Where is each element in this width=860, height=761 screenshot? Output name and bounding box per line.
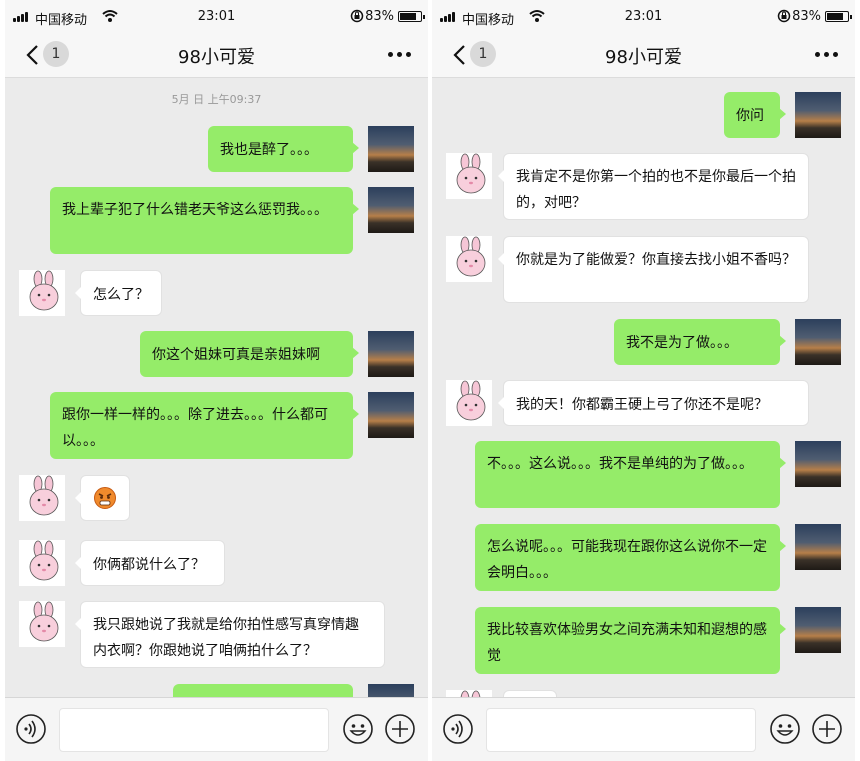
chat-title: 98小可爱: [605, 47, 682, 68]
message-bubble[interactable]: 我上辈子犯了什么错老天爷这么惩罚我。。。: [50, 187, 359, 254]
emoji-icon[interactable]: [769, 713, 801, 745]
chat-screen-right: 中国移动 23:01 83% 1 98小可爱 你问 我肯定不是你第一个拍的也不是…: [432, 0, 855, 761]
message-input[interactable]: [486, 708, 756, 752]
avatar-me[interactable]: [795, 319, 841, 365]
plus-icon[interactable]: [384, 713, 416, 745]
message-bubble[interactable]: 怎么说呢。。。可能我现在跟你这么说你不一定会明白。。。: [475, 524, 786, 591]
message-bubble[interactable]: 我不是为了做。。。: [614, 319, 786, 365]
message-outgoing: 你这个姐妹可真是亲姐妹啊: [5, 331, 428, 377]
message-outgoing: 我上辈子犯了什么错老天爷这么惩罚我。。。: [5, 187, 428, 254]
message-bubble[interactable]: 怎么了？: [75, 270, 162, 316]
message-outgoing: 我比较喜欢体验男女之间充满未知和遐想的感觉: [432, 607, 855, 674]
input-bar: [5, 697, 428, 761]
message-outgoing: 我也是醉了。。。: [5, 126, 428, 172]
battery-percent: 83%: [792, 9, 821, 24]
bunny-avatar-icon: [456, 236, 486, 277]
message-outgoing: 怎么说呢。。。可能我现在跟你这么说你不一定会明白。。。: [432, 524, 855, 591]
message-bubble[interactable]: 不。。。这么说。。。我不是单纯的为了做。。。: [475, 441, 786, 508]
avatar-me[interactable]: [368, 126, 414, 172]
bunny-avatar-icon: [29, 601, 59, 642]
message-bubble[interactable]: 我也是醉了。。。: [208, 126, 359, 172]
voice-icon[interactable]: [15, 713, 47, 745]
status-bar: 中国移动 23:01 83%: [432, 0, 855, 32]
message-incoming: [5, 475, 428, 521]
avatar-me[interactable]: [368, 392, 414, 438]
message-incoming: 我肯定不是你第一个拍的也不是你最后一个拍的，对吧？: [432, 153, 855, 220]
battery-icon: [398, 11, 425, 22]
avatar-bunny[interactable]: [19, 540, 65, 586]
message-outgoing: 跟你一样一样的。。。除了进去。。。什么都可以。。。: [5, 392, 428, 459]
rotation-lock-icon: [777, 9, 791, 23]
message-bubble[interactable]: 我的天！你都霸王硬上弓了你还不是呢？: [498, 380, 809, 426]
plus-icon[interactable]: [811, 713, 843, 745]
chat-screen-left: 中国移动 23:01 83% 1 98小可爱 5月 日 上午09:37 我也是醉…: [5, 0, 428, 761]
message-bubble[interactable]: 我肯定不是你第一个拍的也不是你最后一个拍的，对吧？: [498, 153, 809, 220]
rotation-lock-icon: [350, 9, 364, 23]
avatar-bunny[interactable]: [19, 475, 65, 521]
input-bar: [432, 697, 855, 761]
battery-percent: 83%: [365, 9, 394, 24]
bunny-avatar-icon: [456, 380, 486, 421]
bunny-avatar-icon: [29, 475, 59, 516]
avatar-me[interactable]: [795, 441, 841, 487]
avatar-me[interactable]: [795, 607, 841, 653]
message-incoming: 你俩都说什么了？: [5, 540, 428, 586]
message-bubble[interactable]: 你这个姐妹可真是亲姐妹啊: [140, 331, 359, 377]
message-bubble[interactable]: 跟你一样一样的。。。除了进去。。。什么都可以。。。: [50, 392, 359, 459]
message-bubble[interactable]: 你就是为了能做爱？你直接去找小姐不香吗？: [498, 236, 809, 303]
avatar-me[interactable]: [368, 331, 414, 377]
emoji-icon[interactable]: [342, 713, 374, 745]
avatar-bunny[interactable]: [446, 236, 492, 282]
message-incoming: 我的天！你都霸王硬上弓了你还不是呢？: [432, 380, 855, 426]
message-outgoing: 不。。。这么说。。。我不是单纯的为了做。。。: [432, 441, 855, 508]
avatar-bunny[interactable]: [446, 380, 492, 426]
avatar-me[interactable]: [795, 92, 841, 138]
message-timestamp: 5月 日 上午09:37: [171, 93, 262, 106]
message-bubble[interactable]: 我比较喜欢体验男女之间充满未知和遐想的感觉: [475, 607, 786, 674]
battery-icon: [825, 11, 852, 22]
avatar-bunny[interactable]: [19, 270, 65, 316]
status-bar: 中国移动 23:01 83%: [5, 0, 428, 32]
message-input[interactable]: [59, 708, 329, 752]
voice-icon[interactable]: [442, 713, 474, 745]
avatar-bunny[interactable]: [19, 601, 65, 647]
message-incoming: 你就是为了能做爱？你直接去找小姐不香吗？: [432, 236, 855, 303]
bunny-avatar-icon: [29, 540, 59, 581]
nav-bar: 1 98小可爱: [432, 32, 855, 78]
message-bubble[interactable]: 你俩都说什么了？: [75, 540, 225, 586]
avatar-me[interactable]: [368, 187, 414, 233]
bunny-avatar-icon: [29, 270, 59, 311]
message-bubble[interactable]: 我只跟她说了我就是给你拍性感写真穿情趣内衣啊？你跟她说了咱俩拍什么了？: [75, 601, 385, 668]
chat-title: 98小可爱: [178, 47, 255, 68]
avatar-bunny[interactable]: [446, 153, 492, 199]
nav-bar: 1 98小可爱: [5, 32, 428, 78]
message-incoming: 怎么了？: [5, 270, 428, 316]
bunny-avatar-icon: [456, 153, 486, 194]
message-outgoing: 我不是为了做。。。: [432, 319, 855, 365]
message-bubble[interactable]: [75, 475, 130, 521]
more-icon[interactable]: [386, 44, 414, 64]
more-icon[interactable]: [813, 44, 841, 64]
message-bubble[interactable]: 你问: [724, 92, 786, 138]
angry-face-icon: [94, 487, 116, 509]
message-incoming: 我只跟她说了我就是给你拍性感写真穿情趣内衣啊？你跟她说了咱俩拍什么了？: [5, 601, 428, 668]
message-outgoing: 你问: [432, 92, 855, 138]
avatar-me[interactable]: [795, 524, 841, 570]
